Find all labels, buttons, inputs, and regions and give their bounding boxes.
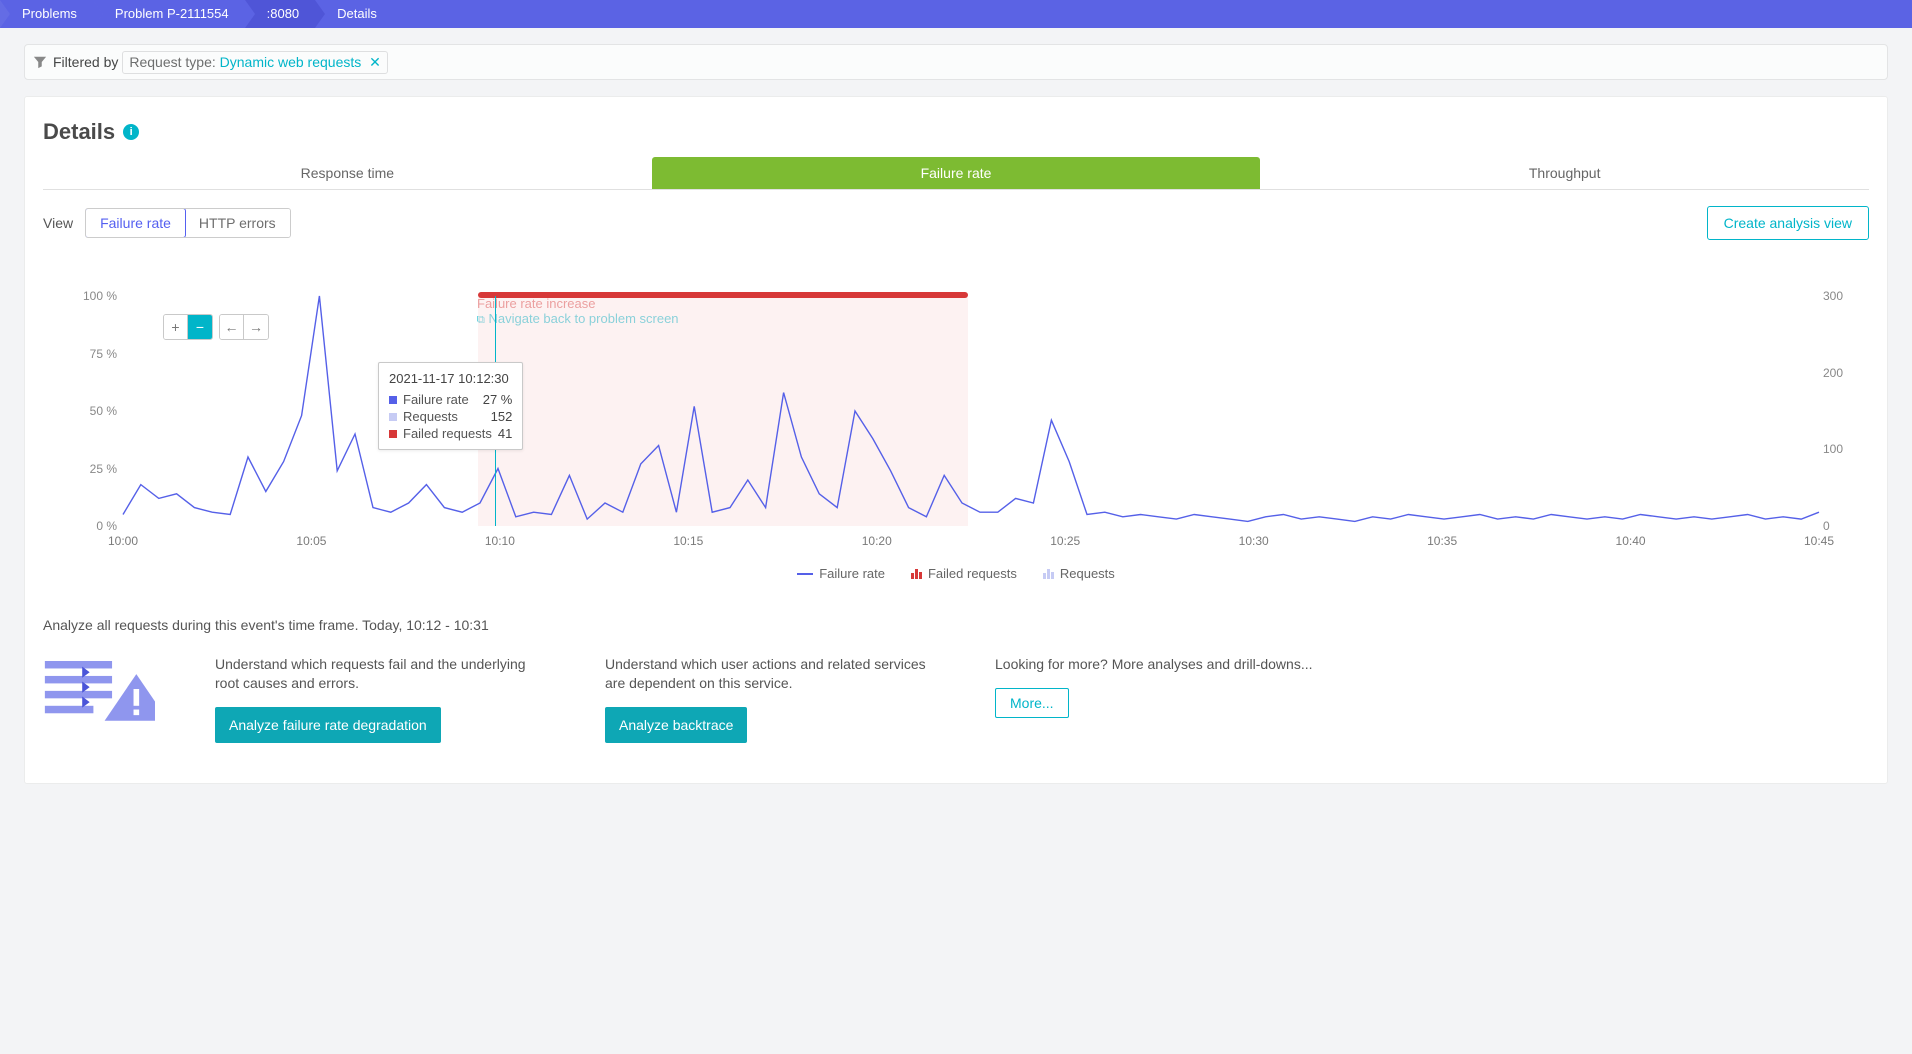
info-icon[interactable]: i [123, 124, 139, 140]
filter-icon [33, 55, 47, 69]
zoom-out-button[interactable]: − [188, 315, 212, 339]
tab-failure-rate[interactable]: Failure rate [652, 157, 1261, 189]
analysis-illustration-icon [43, 655, 155, 723]
view-label: View [43, 215, 73, 231]
pan-group: ← → [219, 314, 269, 340]
tooltip-label: Failure rate [403, 392, 477, 407]
analyze-col2-text: Understand which user actions and relate… [605, 655, 935, 693]
tooltip-label: Failed requests [403, 426, 492, 441]
chart-legend: Failure rate Failed requests Requests [43, 566, 1869, 581]
breadcrumb-item: Details [315, 0, 393, 28]
analyze-col-2: Understand which user actions and relate… [605, 655, 935, 743]
pan-right-button[interactable]: → [244, 315, 268, 339]
chart-nav-controls: + − ← → [163, 314, 269, 340]
page-title: Details i [43, 119, 1869, 145]
legend-bars-icon [1043, 569, 1054, 579]
breadcrumb-item[interactable]: Problems [0, 0, 93, 28]
analyze-failure-rate-button[interactable]: Analyze failure rate degradation [215, 707, 441, 743]
legend-swatch-icon [389, 396, 397, 404]
legend-label: Requests [1060, 566, 1115, 581]
zoom-in-button[interactable]: + [164, 315, 188, 339]
view-segmented: Failure rate HTTP errors [85, 208, 291, 238]
legend-item[interactable]: Failed requests [911, 566, 1017, 581]
breadcrumb-item[interactable]: :8080 [245, 0, 316, 28]
breadcrumb-item[interactable]: Problem P-2111554 [93, 0, 245, 28]
tooltip-timestamp: 2021-11-17 10:12:30 [389, 371, 512, 386]
analyze-columns: Understand which requests fail and the u… [43, 655, 1869, 743]
metric-tabs: Response time Failure rate Throughput [43, 157, 1869, 190]
analyze-col3-text: Looking for more? More analyses and dril… [995, 655, 1313, 674]
analyze-col1-text: Understand which requests fail and the u… [215, 655, 545, 693]
filter-prefix: Filtered by [53, 54, 118, 70]
filter-chip-value: Dynamic web requests [220, 54, 362, 70]
zoom-group: + − [163, 314, 213, 340]
legend-swatch-icon [389, 413, 397, 421]
tab-response-time[interactable]: Response time [43, 157, 652, 189]
page-title-text: Details [43, 119, 115, 145]
chart-area: Failure rate increase ⧉ Navigate back to… [43, 296, 1869, 581]
breadcrumb: Problems Problem P-2111554 :8080 Details [0, 0, 1912, 28]
analyze-headline: Analyze all requests during this event's… [43, 617, 1869, 633]
tooltip-value: 152 [491, 409, 513, 424]
tooltip-row: Failure rate 27 % [389, 392, 512, 407]
tooltip-label: Requests [403, 409, 485, 424]
analyze-col-1: Understand which requests fail and the u… [215, 655, 545, 743]
filter-chip[interactable]: Request type: Dynamic web requests ✕ [122, 51, 388, 74]
more-analyses-button[interactable]: More... [995, 688, 1069, 718]
y-axis-right: 0100200300 [1823, 296, 1859, 526]
tooltip-row: Requests 152 [389, 409, 512, 424]
filter-bar[interactable]: Filtered by Request type: Dynamic web re… [24, 44, 1888, 80]
legend-bars-icon [911, 569, 922, 579]
chart-plot[interactable]: 0 %25 %50 %75 %100 % 0100200300 10:0010:… [123, 296, 1819, 556]
create-analysis-view-button[interactable]: Create analysis view [1707, 206, 1869, 240]
tab-throughput[interactable]: Throughput [1260, 157, 1869, 189]
view-toggle-row: View Failure rate HTTP errors Create ana… [43, 206, 1869, 240]
tooltip-value: 41 [498, 426, 512, 441]
x-axis: 10:0010:0510:1010:1510:2010:2510:3010:35… [123, 534, 1819, 556]
legend-swatch-icon [389, 430, 397, 438]
tooltip-row: Failed requests 41 [389, 426, 512, 441]
analyze-backtrace-button[interactable]: Analyze backtrace [605, 707, 747, 743]
filter-chip-label: Request type: [129, 54, 215, 70]
view-option-http-errors[interactable]: HTTP errors [185, 209, 290, 237]
legend-item[interactable]: Requests [1043, 566, 1115, 581]
view-option-failure-rate[interactable]: Failure rate [85, 208, 186, 238]
close-icon[interactable]: ✕ [369, 54, 381, 70]
details-card: Details i Response time Failure rate Thr… [24, 96, 1888, 784]
tooltip-value: 27 % [483, 392, 513, 407]
y-axis-left: 0 %25 %50 %75 %100 % [77, 296, 117, 526]
analyze-col-3: Looking for more? More analyses and dril… [995, 655, 1313, 718]
legend-label: Failure rate [819, 566, 885, 581]
legend-label: Failed requests [928, 566, 1017, 581]
chart-tooltip: 2021-11-17 10:12:30 Failure rate 27 % Re… [378, 362, 523, 450]
legend-item[interactable]: Failure rate [797, 566, 885, 581]
pan-left-button[interactable]: ← [220, 315, 244, 339]
legend-line-icon [797, 573, 813, 575]
